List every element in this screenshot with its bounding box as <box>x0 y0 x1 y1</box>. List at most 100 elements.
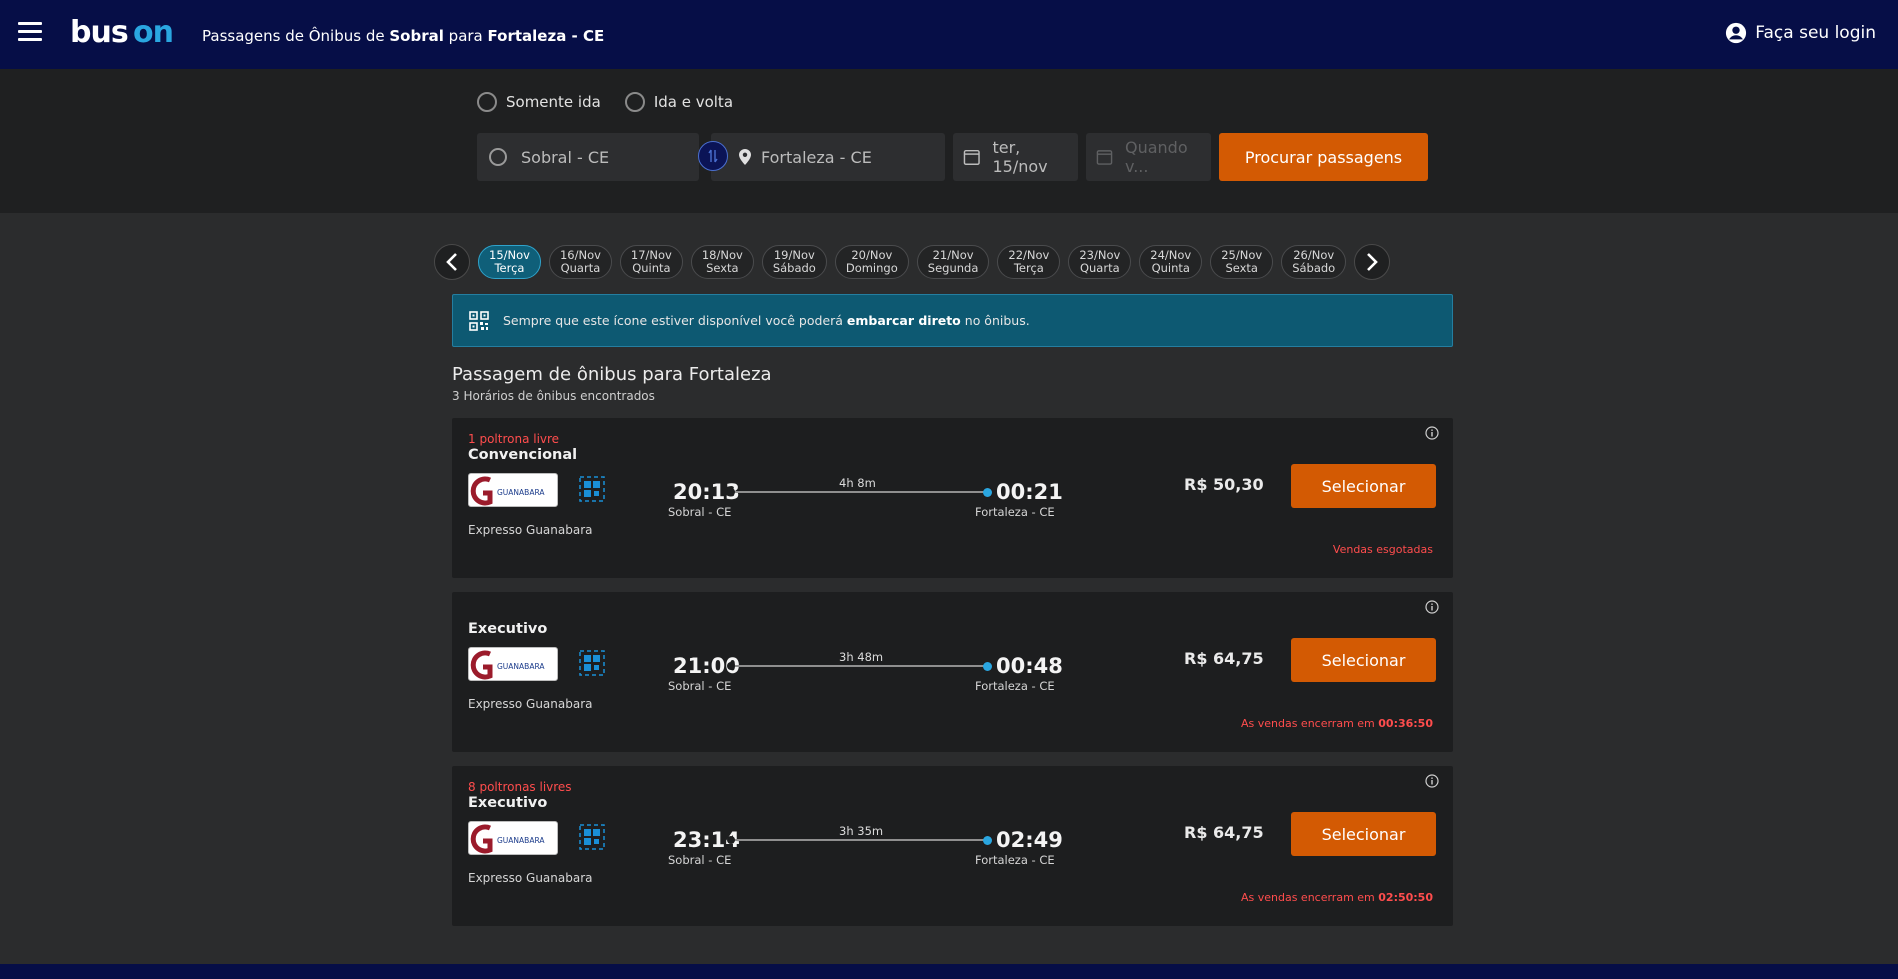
route-line <box>732 491 986 493</box>
title-destination: Fortaleza - CE <box>487 27 605 45</box>
date-pill[interactable]: 20/Nov Domingo <box>834 245 909 279</box>
date-pill[interactable]: 26/Nov Sábado <box>1281 245 1347 279</box>
date-pill[interactable]: 16/Nov Quarta <box>548 245 612 279</box>
user-circle-icon <box>1726 22 1747 44</box>
return-date-field[interactable]: Quando v... <box>1086 133 1211 181</box>
page-title: Passagens de Ônibus de Sobral para Forta… <box>202 27 604 45</box>
date-pill-weekday: Terça <box>1013 261 1044 275</box>
results-title: Passagem de ônibus para Fortaleza <box>452 364 772 385</box>
arrival-city: Fortaleza - CE <box>975 505 1055 519</box>
svg-text:bus: bus <box>70 15 128 50</box>
arrival-city: Fortaleza - CE <box>975 679 1055 693</box>
trip-card: 8 poltronas livres Executivo GUANABARA E… <box>452 766 1453 926</box>
buson-logo[interactable]: bus on <box>70 14 180 50</box>
date-pill-weekday: Quarta <box>560 261 601 275</box>
departure-date-field[interactable]: ter, 15/nov <box>953 133 1078 181</box>
next-dates-button[interactable] <box>1354 244 1391 280</box>
sales-status-text: As vendas encerram em <box>1240 891 1375 904</box>
radio-round-trip[interactable]: Ida e volta <box>624 92 734 112</box>
select-trip-button[interactable]: Selecionar <box>1291 464 1436 508</box>
origin-field[interactable]: Sobral - CE <box>477 133 699 181</box>
ticket-price: R$ 64,75 <box>1184 649 1264 668</box>
date-pill[interactable]: 15/Nov Terça <box>478 245 541 279</box>
results-count: 3 Horários de ônibus encontrados <box>452 389 655 403</box>
route-end-dot <box>983 662 992 671</box>
return-date-placeholder: Quando v... <box>1124 138 1188 176</box>
route-line <box>732 665 986 667</box>
select-trip-button[interactable]: Selecionar <box>1291 638 1436 682</box>
company-name: Expresso Guanabara <box>468 871 593 885</box>
date-pill[interactable]: 21/Nov Segunda <box>916 245 990 279</box>
search-form: Somente ida Ida e volta Sobral - CE Fort… <box>0 69 1898 213</box>
date-pill[interactable]: 25/Nov Sexta <box>1210 245 1274 279</box>
company-logo: GUANABARA <box>468 647 558 681</box>
banner-text: Sempre que este ícone estiver disponível… <box>503 313 1030 328</box>
date-pill-weekday: Sexta <box>706 261 739 275</box>
date-pill[interactable]: 17/Nov Quinta <box>619 245 683 279</box>
sales-countdown: 02:50:50 <box>1378 891 1433 904</box>
ticket-price: R$ 50,30 <box>1184 475 1264 494</box>
select-trip-button[interactable]: Selecionar <box>1291 812 1436 856</box>
svg-text:GUANABARA: GUANABARA <box>497 662 545 671</box>
origin-value: Sobral - CE <box>521 147 610 167</box>
date-pill[interactable]: 23/Nov Quarta <box>1068 245 1132 279</box>
info-icon[interactable] <box>1425 774 1439 788</box>
info-icon[interactable] <box>1425 600 1439 614</box>
date-pill[interactable]: 19/Nov Sábado <box>761 245 827 279</box>
swap-route-button[interactable] <box>698 141 728 171</box>
date-pill[interactable]: 22/Nov Terça <box>997 245 1061 279</box>
bus-class: Executivo <box>468 621 548 637</box>
svg-text:on: on <box>133 15 173 50</box>
arrival-time: 00:48 <box>996 654 1063 678</box>
trip-card: 1 poltrona livre Convencional GUANABARA … <box>452 418 1453 578</box>
sales-status: As vendas encerram em 02:50:50 <box>1241 891 1433 904</box>
svg-text:GUANABARA: GUANABARA <box>497 488 545 497</box>
top-navbar: bus on Passagens de Ônibus de Sobral par… <box>0 0 1898 69</box>
route-end-dot <box>983 488 992 497</box>
company-name: Expresso Guanabara <box>468 697 593 711</box>
company-name: Expresso Guanabara <box>468 523 593 537</box>
board-direct-qr-icon <box>579 476 605 502</box>
company-logo: GUANABARA <box>468 473 558 507</box>
date-pill-weekday: Sábado <box>1292 261 1336 275</box>
destination-field[interactable]: Fortaleza - CE <box>711 133 945 181</box>
trip-duration: 3h 35m <box>839 824 884 838</box>
seats-available: 8 poltronas livres <box>468 780 572 794</box>
date-pill[interactable]: 18/Nov Sexta <box>690 245 754 279</box>
info-icon[interactable] <box>1425 426 1439 440</box>
radio-circle-icon <box>477 92 497 112</box>
location-pin-icon <box>739 149 751 165</box>
search-tickets-button[interactable]: Procurar passagens <box>1219 133 1428 181</box>
ticket-price: R$ 64,75 <box>1184 823 1264 842</box>
login-button[interactable]: Faça seu login <box>1725 22 1876 44</box>
route-end-dot <box>983 836 992 845</box>
date-pill[interactable]: 24/Nov Quinta <box>1139 245 1203 279</box>
route-start-dot <box>727 662 735 670</box>
route-start-dot <box>727 488 735 496</box>
board-direct-qr-icon <box>579 650 605 676</box>
sales-status-text: As vendas encerram em <box>1240 717 1375 730</box>
board-direct-qr-icon <box>579 824 605 850</box>
sales-status-text: Vendas esgotadas <box>1332 543 1433 556</box>
arrival-time: 02:49 <box>996 828 1063 852</box>
seats-available: 1 poltrona livre <box>468 432 560 446</box>
arrival-city: Fortaleza - CE <box>975 853 1055 867</box>
title-mid: para <box>448 27 483 45</box>
sales-countdown: 00:36:50 <box>1378 717 1433 730</box>
trip-duration: 3h 48m <box>839 650 884 664</box>
board-direct-info-banner: Sempre que este ícone estiver disponível… <box>452 294 1453 347</box>
prev-dates-button[interactable] <box>434 244 470 280</box>
qr-code-icon <box>469 310 489 331</box>
calendar-icon <box>963 149 980 166</box>
radio-round-trip-label: Ida e volta <box>653 93 734 111</box>
svg-text:GUANABARA: GUANABARA <box>497 836 545 845</box>
date-pill-weekday: Quinta <box>632 261 671 275</box>
banner-text-after: no ônibus. <box>964 313 1030 328</box>
hamburger-menu-icon[interactable] <box>18 22 42 42</box>
bus-class: Executivo <box>468 795 548 811</box>
radio-one-way-label: Somente ida <box>506 93 601 111</box>
login-label: Faça seu login <box>1755 23 1876 43</box>
date-pill-weekday: Quarta <box>1079 261 1120 275</box>
radio-one-way[interactable]: Somente ida <box>477 92 601 112</box>
company-logo: GUANABARA <box>468 821 558 855</box>
